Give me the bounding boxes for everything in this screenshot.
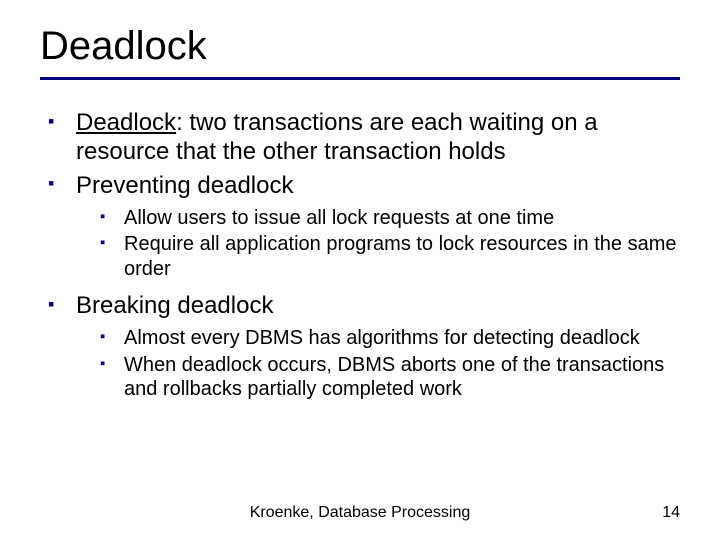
slide-title: Deadlock — [40, 24, 680, 69]
title-rule — [40, 77, 680, 80]
footer-page-number: 14 — [662, 504, 680, 522]
term-deadlock: Deadlock — [76, 109, 176, 136]
sub-item: Almost every DBMS has algorithms for det… — [100, 326, 680, 350]
bullet-preventing-label: Preventing deadlock — [76, 172, 293, 199]
preventing-sublist: Allow users to issue all lock requests a… — [76, 206, 680, 281]
sub-item: When deadlock occurs, DBMS aborts one of… — [100, 353, 680, 402]
sub-item: Allow users to issue all lock requests a… — [100, 206, 680, 230]
footer-source: Kroenke, Database Processing — [0, 504, 720, 522]
bullet-list: Deadlock: two transactions are each wait… — [40, 108, 680, 401]
bullet-preventing: Preventing deadlock Allow users to issue… — [48, 171, 680, 281]
bullet-breaking-label: Breaking deadlock — [76, 292, 273, 319]
slide: Deadlock Deadlock: two transactions are … — [0, 0, 720, 540]
sub-item: Require all application programs to lock… — [100, 232, 680, 281]
bullet-breaking: Breaking deadlock Almost every DBMS has … — [48, 291, 680, 401]
breaking-sublist: Almost every DBMS has algorithms for det… — [76, 326, 680, 401]
bullet-deadlock-definition: Deadlock: two transactions are each wait… — [48, 108, 680, 167]
